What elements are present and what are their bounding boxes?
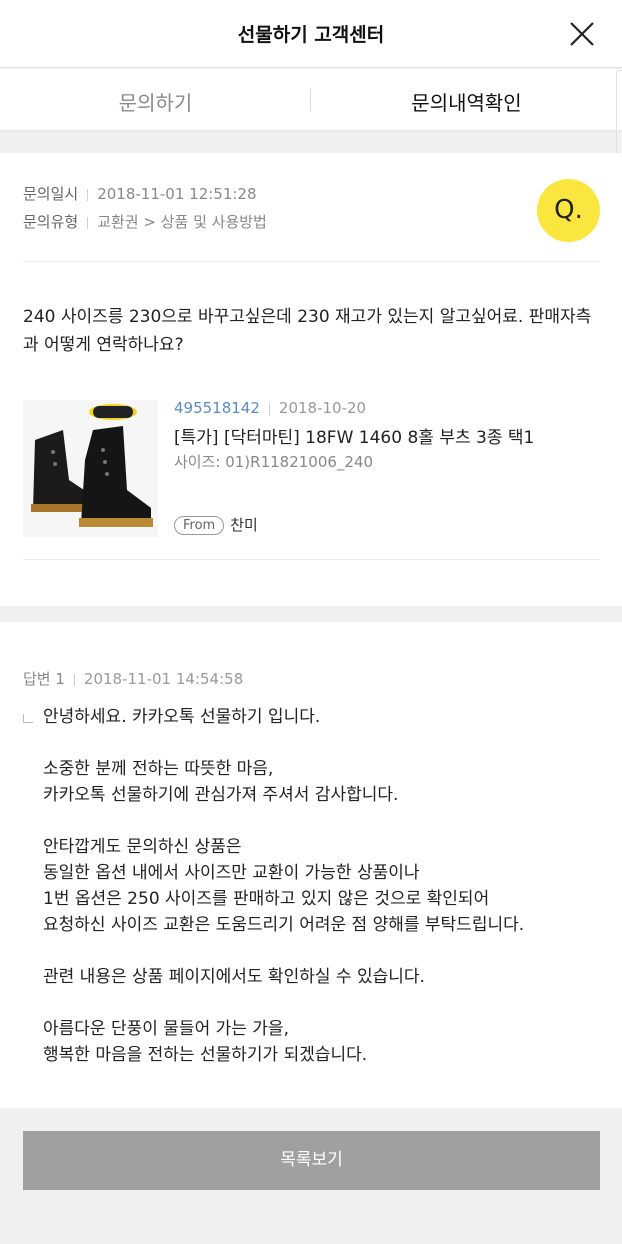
tab-bar: 문의하기 문의내역확인 bbox=[0, 69, 622, 131]
product-option: 사이즈: 01)R11821006_240 bbox=[174, 453, 374, 471]
divider bbox=[23, 261, 600, 262]
inquiry-type-label: 문의유형 bbox=[23, 213, 79, 231]
divider bbox=[268, 402, 270, 415]
sender-name: 찬미 bbox=[230, 516, 258, 534]
divider bbox=[23, 559, 600, 560]
order-date: 2018-10-20 bbox=[278, 399, 367, 417]
inquiry-type-row: 문의유형 교환권 > 상품 및 사용방법 bbox=[23, 211, 267, 232]
question-badge: Q. bbox=[537, 179, 600, 242]
answer-text: 안녕하세요. 카카오톡 선물하기 입니다. 소중한 분께 전하는 따뜻한 마음,… bbox=[43, 707, 525, 1065]
answer-label: 답변 1 bbox=[23, 670, 65, 688]
product-image[interactable] bbox=[23, 400, 158, 537]
order-number[interactable]: 495518142 bbox=[174, 399, 260, 417]
answer-meta: 답변 1 2018-11-01 14:54:58 bbox=[23, 668, 243, 689]
answer-card: 답변 1 2018-11-01 14:54:58 안녕하세요. 카카오톡 선물하기… bbox=[0, 622, 622, 1108]
divider bbox=[87, 216, 89, 229]
divider bbox=[73, 673, 75, 686]
inquiry-date-label: 문의일시 bbox=[23, 185, 79, 203]
list-button[interactable]: 목록보기 bbox=[23, 1131, 600, 1190]
inquiry-type-value: 교환권 > 상품 및 사용방법 bbox=[97, 213, 267, 231]
reply-arrow-icon bbox=[23, 714, 33, 723]
from-badge: From bbox=[174, 516, 225, 535]
top-bar: 선물하기 고객센터 bbox=[0, 0, 622, 68]
order-meta: 495518142 2018-10-20 bbox=[174, 399, 366, 417]
page-title: 선물하기 고객센터 bbox=[237, 24, 385, 46]
question-text: 240 사이즈릉 230으로 바꾸고싶은데 230 재고가 있는지 알고싶어료.… bbox=[23, 307, 592, 355]
inquiry-date-row: 문의일시 2018-11-01 12:51:28 bbox=[23, 183, 257, 204]
divider bbox=[87, 188, 89, 201]
answer-date: 2018-11-01 14:54:58 bbox=[83, 670, 244, 688]
inquiry-card: 문의일시 2018-11-01 12:51:28 문의유형 교환권 > 상품 및 사… bbox=[0, 153, 622, 606]
close-icon[interactable] bbox=[568, 20, 596, 48]
inquiry-date-value: 2018-11-01 12:51:28 bbox=[97, 185, 257, 203]
boots-image bbox=[23, 400, 158, 537]
gift-sender: From 찬미 bbox=[174, 514, 258, 535]
product-name[interactable]: [특가] [닥터마틴] 18FW 1460 8홀 부츠 3종 택1 bbox=[174, 423, 534, 448]
tab-inquire[interactable]: 문의하기 bbox=[0, 87, 311, 116]
tab-inquiry-history[interactable]: 문의내역확인 bbox=[311, 87, 622, 116]
